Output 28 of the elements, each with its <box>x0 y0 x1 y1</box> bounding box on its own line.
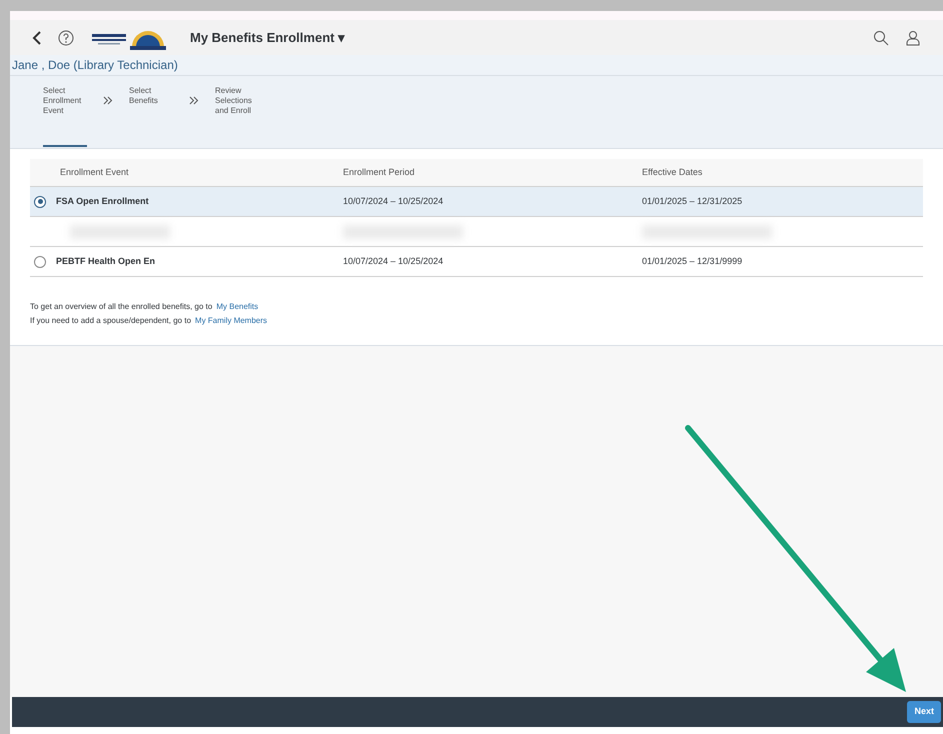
user-icon[interactable] <box>905 30 921 46</box>
note-text: If you need to add a spouse/dependent, go to <box>30 315 192 327</box>
table-cell-text: 10/07/2024 – 10/25/2024 <box>343 254 444 268</box>
chevrons-icon <box>189 96 199 105</box>
table-cell-text: 10/07/2024 – 10/25/2024 <box>343 194 444 208</box>
wizard-step[interactable]: Select Enrollment Event <box>43 86 87 147</box>
wizard-step[interactable]: Review Selections and Enroll <box>215 86 267 147</box>
link[interactable]: My Benefits <box>216 301 258 313</box>
back-icon[interactable] <box>32 30 42 44</box>
column-header: Enrollment Event <box>59 166 130 179</box>
note-text: To get an overview of all the enrolled benefits, go to <box>30 301 212 313</box>
app-title[interactable]: My Benefits Enrollment ▾ <box>190 28 346 48</box>
next-button[interactable]: Next <box>907 701 941 723</box>
radio-button[interactable] <box>34 196 46 208</box>
wizard-step[interactable]: Select Benefits <box>129 86 173 147</box>
table-cell-text: FSA Open Enrollment <box>56 194 149 208</box>
user-name: Jane , Doe (Library Technician) <box>12 57 178 74</box>
chevrons-icon <box>103 96 113 105</box>
help-icon[interactable] <box>58 30 74 46</box>
table-cell-text: 01/01/2025 – 12/31/9999 <box>642 254 744 268</box>
table-cell-text: 01/01/2025 – 12/31/2025 <box>642 194 744 208</box>
search-icon[interactable] <box>873 30 889 46</box>
column-header: Enrollment Period <box>343 166 416 179</box>
table-cell-text: PEBTF Health Open En <box>56 254 156 268</box>
table-row[interactable]: FSA Open Enrollment 10/07/2024 – 10/25/2024 01/01/2025 – 12/31/2025 <box>30 187 923 217</box>
column-header: Effective Dates <box>642 166 704 179</box>
link[interactable]: My Family Members <box>195 315 268 327</box>
radio-button[interactable] <box>34 256 46 268</box>
